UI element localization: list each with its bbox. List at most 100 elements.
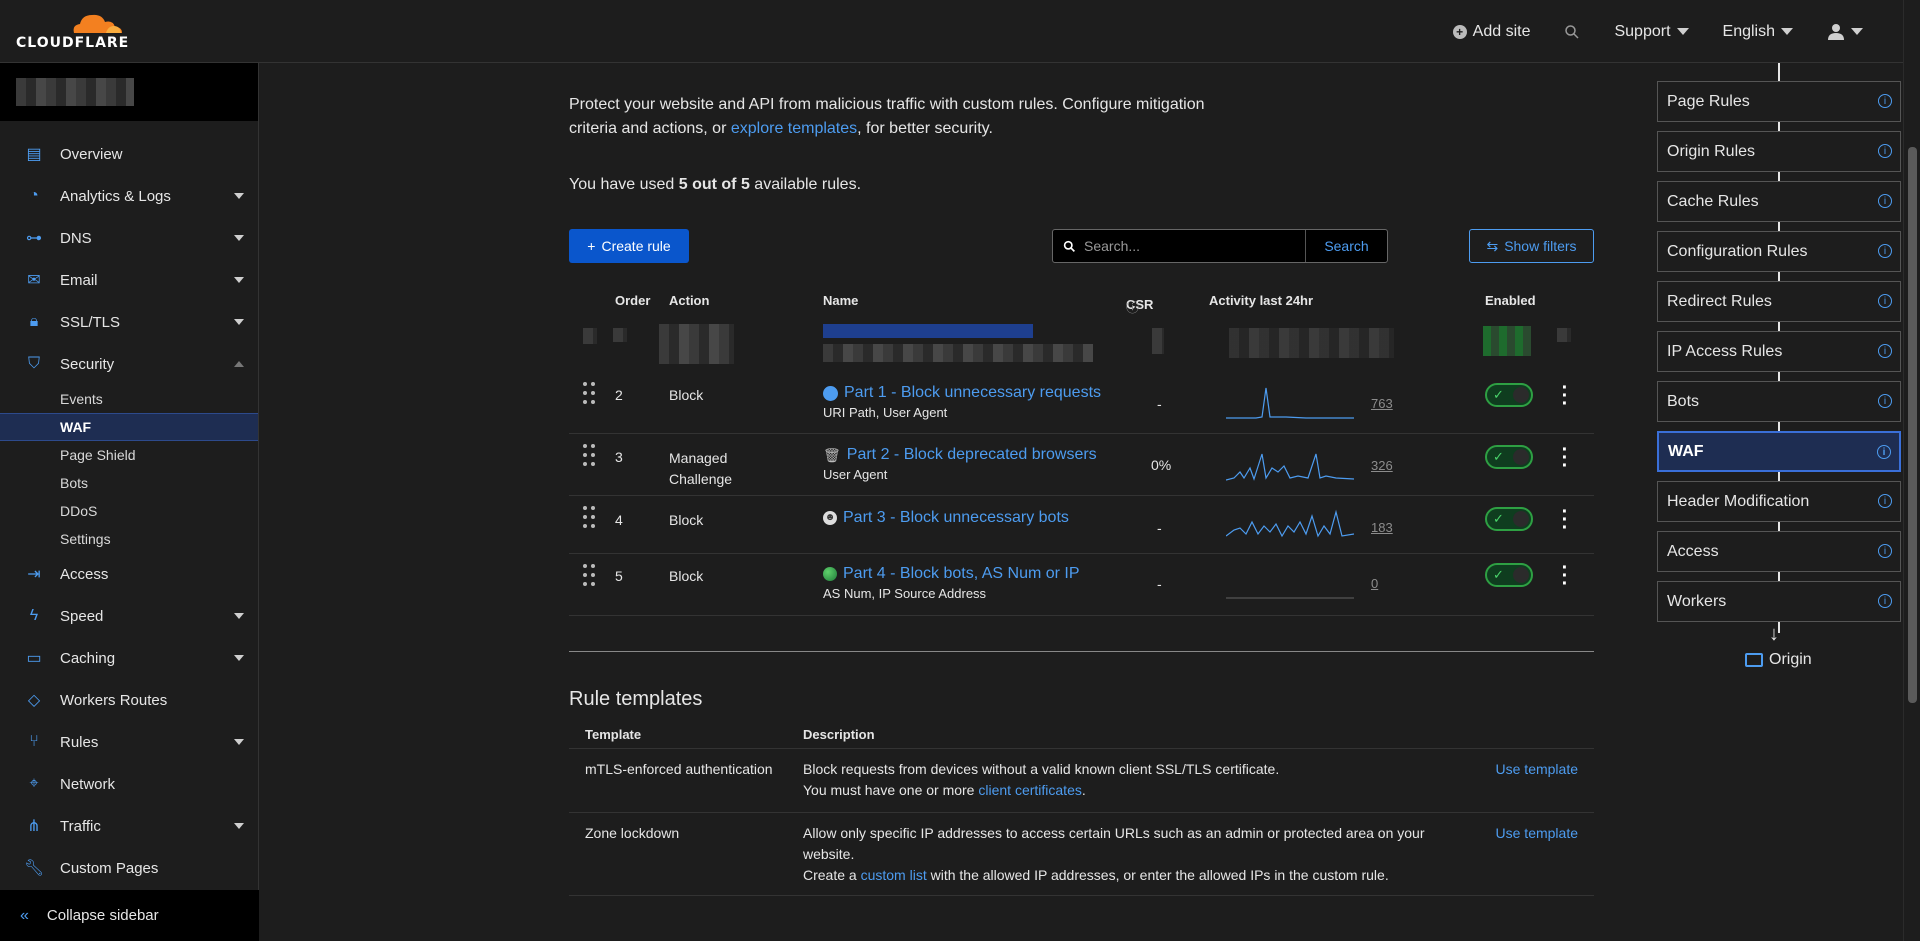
sidebar-item-security[interactable]: ⛉ Security <box>0 343 258 385</box>
account-selector[interactable] <box>0 63 258 121</box>
explore-templates-link[interactable]: explore templates <box>731 120 857 137</box>
sidebar-item-custom-pages[interactable]: 🔧︎ Custom Pages <box>0 847 258 889</box>
info-icon[interactable]: i <box>1878 194 1892 208</box>
flow-card-configuration-rules[interactable]: Configuration Rules i <box>1657 231 1901 272</box>
sidebar-item-workers-routes[interactable]: ◇ Workers Routes <box>0 679 258 721</box>
rule-name-link[interactable]: ☻ Part 3 - Block unnecessary bots <box>823 509 1069 527</box>
more-options-icon[interactable]: · · · <box>1560 558 1570 594</box>
sidebar-item-label: Security <box>60 355 115 373</box>
access-icon: ⇥ <box>27 566 41 583</box>
search-button[interactable] <box>1564 24 1580 40</box>
page-scrollbar[interactable] <box>1903 0 1920 941</box>
drag-handle-icon[interactable] <box>583 506 595 530</box>
use-template-button[interactable]: Use template <box>1496 823 1578 844</box>
sidebar-item-email[interactable]: ✉ Email <box>0 259 258 301</box>
info-icon[interactable]: i <box>1878 344 1892 358</box>
sidebar-subitem-page-shield[interactable]: Page Shield <box>0 441 258 469</box>
sidebar-item-rules[interactable]: ⑂ Rules <box>0 721 258 763</box>
drag-handle-icon[interactable] <box>583 382 595 406</box>
more-options-icon[interactable]: · · · <box>1560 440 1570 476</box>
col-name[interactable]: Name <box>823 293 858 308</box>
sidebar-subitem-bots[interactable]: Bots <box>0 469 258 497</box>
create-rule-button[interactable]: + Create rule <box>569 229 689 263</box>
more-options-icon[interactable]: · · · <box>1560 378 1570 414</box>
table-row[interactable]: 3 Managed Challenge 🗑︎ Part 2 - Block dep… <box>569 434 1594 496</box>
activity-count[interactable]: 0 <box>1371 576 1378 591</box>
search-input[interactable]: Search... <box>1053 230 1305 262</box>
drag-handle-icon[interactable] <box>583 564 595 588</box>
enabled-toggle[interactable]: ✓ <box>1485 445 1533 469</box>
sidebar-item-dns[interactable]: ⊶ DNS <box>0 217 258 259</box>
search-button[interactable]: Search <box>1305 230 1387 262</box>
rule-name-link[interactable]: Part 1 - Block unnecessary requests <box>823 384 1101 402</box>
info-icon[interactable]: ⓘ <box>1126 297 1139 316</box>
info-icon[interactable]: i <box>1877 445 1891 459</box>
sidebar-item-network[interactable]: ⌖ Network <box>0 763 258 805</box>
scrollbar-thumb[interactable] <box>1908 147 1917 703</box>
info-icon[interactable]: i <box>1878 394 1892 408</box>
flow-card-label: Cache Rules <box>1667 192 1759 210</box>
client-certificates-link[interactable]: client certificates <box>978 782 1081 798</box>
table-row[interactable]: 4 Block ☻ Part 3 - Block unnecessary bots… <box>569 496 1594 554</box>
support-menu[interactable]: Support <box>1614 23 1689 41</box>
collapse-sidebar-button[interactable]: « Collapse sidebar <box>0 890 259 941</box>
flow-card-workers[interactable]: Workers i <box>1657 581 1901 622</box>
sidebar-item-analytics[interactable]: ◔ Analytics & Logs <box>0 175 258 217</box>
info-icon[interactable]: i <box>1878 594 1892 608</box>
sidebar-item-speed[interactable]: ϟ Speed <box>0 595 258 637</box>
sidebar-item-traffic[interactable]: ⋔ Traffic <box>0 805 258 847</box>
search-icon <box>1565 24 1579 39</box>
info-icon[interactable]: i <box>1878 94 1892 108</box>
custom-list-link[interactable]: custom list <box>861 867 927 883</box>
user-menu[interactable] <box>1827 23 1863 41</box>
flow-card-page-rules[interactable]: Page Rules i <box>1657 81 1901 122</box>
flow-card-bots[interactable]: Bots i <box>1657 381 1901 422</box>
sidebar-subitem-waf[interactable]: WAF <box>0 413 258 441</box>
info-icon[interactable]: i <box>1878 144 1892 158</box>
enabled-toggle[interactable]: ✓ <box>1485 383 1533 407</box>
cloudflare-logo[interactable]: CLOUDFLARE <box>16 11 128 51</box>
activity-count[interactable]: 763 <box>1371 396 1393 411</box>
template-description-line: Block requests from devices without a va… <box>803 761 1280 777</box>
info-icon[interactable]: i <box>1878 294 1892 308</box>
info-icon[interactable]: i <box>1878 544 1892 558</box>
flow-card-origin-rules[interactable]: Origin Rules i <box>1657 131 1901 172</box>
template-description-text: You must have one or more <box>803 782 979 798</box>
table-row[interactable]: 5 Block Part 4 - Block bots, AS Num or I… <box>569 554 1594 616</box>
flow-card-access[interactable]: Access i <box>1657 531 1901 572</box>
flow-card-header-modification[interactable]: Header Modification i <box>1657 481 1901 522</box>
table-row[interactable]: 2 Block Part 1 - Block unnecessary reque… <box>569 372 1594 434</box>
sidebar-item-ssl[interactable]: 🔒︎ SSL/TLS <box>0 301 258 343</box>
activity-count[interactable]: 183 <box>1371 520 1393 535</box>
sidebar-subitem-settings[interactable]: Settings <box>0 525 258 553</box>
rule-fields: URI Path, User Agent <box>823 405 948 420</box>
sidebar-subitem-events[interactable]: Events <box>0 385 258 413</box>
info-icon[interactable]: i <box>1878 244 1892 258</box>
flow-card-ip-access-rules[interactable]: IP Access Rules i <box>1657 331 1901 372</box>
use-template-button[interactable]: Use template <box>1496 759 1578 780</box>
sidebar-subitem-ddos[interactable]: DDoS <box>0 497 258 525</box>
enabled-toggle[interactable]: ✓ <box>1485 507 1533 531</box>
activity-count[interactable]: 326 <box>1371 458 1393 473</box>
rule-name-link[interactable]: 🗑︎ Part 2 - Block deprecated browsers <box>823 446 1097 464</box>
enabled-toggle[interactable]: ✓ <box>1485 563 1533 587</box>
drag-handle-icon[interactable] <box>583 444 595 468</box>
sidebar-item-overview[interactable]: ▤ Overview <box>0 133 258 175</box>
flow-card-redirect-rules[interactable]: Redirect Rules i <box>1657 281 1901 322</box>
flow-card-cache-rules[interactable]: Cache Rules i <box>1657 181 1901 222</box>
sidebar-subitem-label: Events <box>60 391 103 407</box>
sidebar-item-access[interactable]: ⇥ Access <box>0 553 258 595</box>
show-filters-button[interactable]: ⇆ Show filters <box>1469 229 1594 263</box>
rule-name-link[interactable]: Part 4 - Block bots, AS Num or IP <box>823 565 1080 583</box>
col-order[interactable]: Order <box>615 293 650 308</box>
flow-card-waf[interactable]: WAF i <box>1657 431 1901 472</box>
plus-circle-icon: + <box>1452 24 1467 39</box>
language-menu[interactable]: English <box>1723 23 1793 41</box>
col-action[interactable]: Action <box>669 293 709 308</box>
chevron-down-icon <box>1851 28 1863 35</box>
more-options-icon[interactable]: · · · <box>1560 502 1570 538</box>
check-icon: ✓ <box>1493 511 1504 526</box>
info-icon[interactable]: i <box>1878 494 1892 508</box>
sidebar-item-caching[interactable]: ▭ Caching <box>0 637 258 679</box>
add-site-button[interactable]: + Add site <box>1452 23 1530 41</box>
